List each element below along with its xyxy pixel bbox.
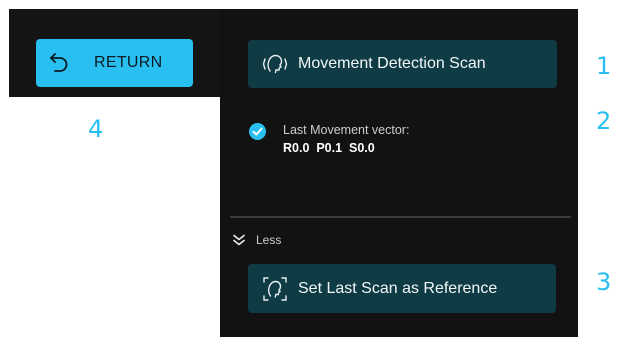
movement-detection-scan-label: Movement Detection Scan <box>298 55 486 72</box>
return-button-label: RETURN <box>94 54 163 71</box>
movement-detection-scan-button[interactable]: Movement Detection Scan <box>248 40 557 88</box>
head-scan-icon <box>262 51 288 77</box>
return-arrow-icon <box>46 50 72 76</box>
movement-status: Last Movement vector: R0.0 P0.1 S0.0 <box>249 122 409 157</box>
movement-vector-title: Last Movement vector: <box>283 123 410 137</box>
less-toggle[interactable]: Less <box>232 233 281 247</box>
return-button[interactable]: RETURN <box>36 39 193 87</box>
set-reference-label: Set Last Scan as Reference <box>298 279 498 297</box>
callout-number-3: 3 <box>596 268 612 296</box>
check-circle-icon <box>249 123 266 140</box>
movement-vector-value: R0.0 P0.1 S0.0 <box>283 141 375 155</box>
less-toggle-label: Less <box>256 233 282 247</box>
double-chevron-down-icon <box>232 233 246 247</box>
callout-number-1: 1 <box>596 52 612 80</box>
callout-number-2: 2 <box>596 107 612 135</box>
callout-number-4: 4 <box>88 115 104 143</box>
section-divider <box>230 216 571 218</box>
set-reference-button[interactable]: Set Last Scan as Reference <box>248 264 556 313</box>
head-reference-icon <box>262 276 288 302</box>
